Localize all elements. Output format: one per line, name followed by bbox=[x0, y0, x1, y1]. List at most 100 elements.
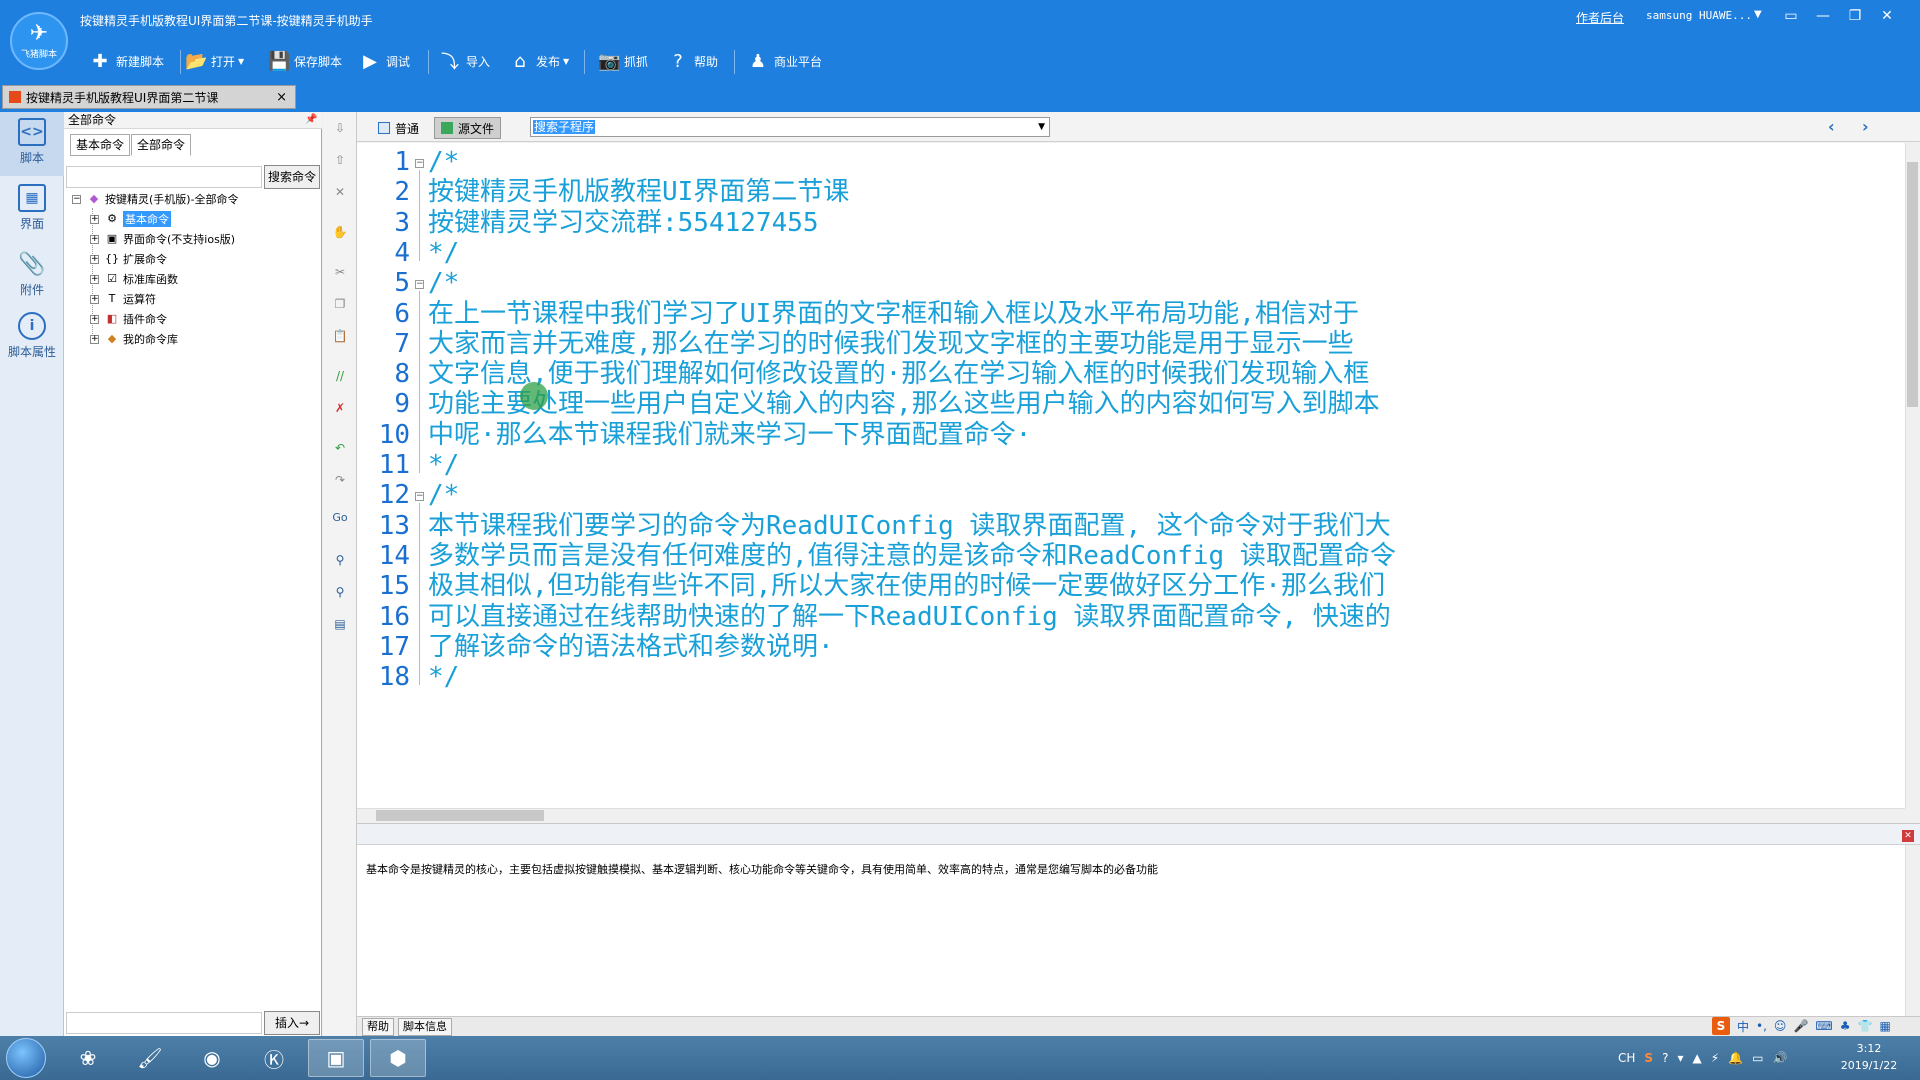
restore-panel-button[interactable]: ▭ bbox=[1776, 4, 1806, 28]
color-icon[interactable]: ◉ bbox=[184, 1039, 240, 1077]
microphone-icon[interactable]: 🎤 bbox=[1793, 1019, 1808, 1033]
network-icon[interactable]: ▭ bbox=[1752, 1051, 1763, 1065]
notification-icon[interactable]: 🔔 bbox=[1728, 1051, 1743, 1065]
nav-forward-icon[interactable]: › bbox=[1862, 117, 1869, 136]
new-script-button[interactable]: ✚ 新建脚本 bbox=[90, 48, 164, 74]
hand-icon[interactable]: ✋ bbox=[330, 222, 350, 242]
expand-icon[interactable]: + bbox=[90, 214, 99, 224]
expand-icon[interactable]: + bbox=[90, 314, 99, 324]
code-line[interactable]: */ bbox=[428, 659, 459, 696]
scrollbar-thumb[interactable] bbox=[1907, 162, 1918, 407]
paste-icon[interactable]: 📋 bbox=[330, 326, 350, 346]
brush-icon[interactable]: 🖌 bbox=[122, 1039, 178, 1077]
collapse-icon[interactable]: − bbox=[72, 194, 81, 204]
robot-icon[interactable]: ▣ bbox=[308, 1039, 364, 1077]
mode-normal-tab[interactable]: 普通 bbox=[372, 117, 425, 139]
document-tab[interactable]: 按键精灵手机版教程UI界面第二节课 × bbox=[2, 85, 296, 109]
help-button[interactable]: ? 帮助 bbox=[668, 48, 718, 74]
expand-icon[interactable]: + bbox=[90, 294, 99, 304]
close-icon[interactable]: ✕ bbox=[1902, 830, 1914, 842]
ime-punct-icon[interactable]: •, bbox=[1756, 1019, 1767, 1033]
tab-basic-commands[interactable]: 基本命令 bbox=[70, 134, 131, 156]
insert-input[interactable] bbox=[66, 1012, 262, 1034]
grid-icon[interactable]: ▦ bbox=[1879, 1019, 1890, 1033]
editor-horizontal-scrollbar[interactable] bbox=[357, 808, 1905, 823]
open-button[interactable]: 📂 打开 ▼ bbox=[185, 48, 244, 74]
tray-menu-icon[interactable]: ▾ bbox=[1677, 1051, 1683, 1065]
goto-icon[interactable]: Go bbox=[330, 508, 350, 528]
k-icon[interactable]: Ⓚ bbox=[246, 1039, 302, 1077]
find-icon[interactable]: ⚲ bbox=[330, 550, 350, 570]
search-command-button[interactable]: 搜索命令 bbox=[264, 165, 320, 189]
volume-icon[interactable]: 🔊 bbox=[1772, 1051, 1787, 1065]
device-selector[interactable]: samsung HUAWE... bbox=[1646, 9, 1752, 22]
tab-all-commands[interactable]: 全部命令 bbox=[131, 134, 192, 156]
redo-icon[interactable]: ↷ bbox=[330, 470, 350, 490]
tree-item-ui-commands[interactable]: + ▣ 界面命令(不支持ios版) bbox=[90, 230, 235, 248]
code-line[interactable]: 了解该命令的语法格式和参数说明· bbox=[428, 629, 834, 666]
scrollbar-thumb[interactable] bbox=[376, 810, 544, 821]
mode-source-tab[interactable]: 源文件 bbox=[434, 117, 502, 139]
author-backend-link[interactable]: 作者后台 bbox=[1576, 9, 1624, 26]
tree-item-operators[interactable]: + T 运算符 bbox=[90, 290, 156, 308]
business-platform-button[interactable]: ♟ 商业平台 bbox=[748, 48, 822, 74]
tree-item-plugin-commands[interactable]: + ◧ 插件命令 bbox=[90, 310, 167, 328]
insert-button[interactable]: 插入→ bbox=[264, 1011, 320, 1035]
emoji-icon[interactable]: ☺ bbox=[1774, 1019, 1787, 1033]
expand-icon[interactable]: + bbox=[90, 254, 99, 264]
cut-icon[interactable]: ✂ bbox=[330, 262, 350, 282]
move-down-icon[interactable]: ⇩ bbox=[330, 118, 350, 138]
nox-icon[interactable]: ⬢ bbox=[370, 1039, 426, 1077]
code-line[interactable]: 中呢·那么本节课程我们就来学习一下界面配置命令· bbox=[428, 417, 1031, 454]
help-tray-icon[interactable]: ? bbox=[1662, 1051, 1668, 1065]
close-tab-icon[interactable]: × bbox=[276, 90, 287, 105]
comment-icon[interactable]: // bbox=[330, 366, 350, 386]
fold-toggle-icon[interactable]: − bbox=[415, 492, 424, 502]
start-button[interactable] bbox=[6, 1038, 46, 1078]
tree-item-basic-commands[interactable]: + ⚙ 基本命令 bbox=[90, 210, 171, 228]
tree-item-extension-commands[interactable]: + {} 扩展命令 bbox=[90, 250, 167, 268]
show-hidden-icons[interactable]: ▲ bbox=[1692, 1051, 1701, 1065]
minimize-button[interactable]: — bbox=[1808, 4, 1838, 28]
command-search-input[interactable] bbox=[66, 166, 262, 188]
nav-back-icon[interactable]: ‹ bbox=[1828, 117, 1835, 136]
format-icon[interactable]: ▤ bbox=[330, 614, 350, 634]
sidebar-item-layout[interactable]: ▦ 界面 bbox=[0, 178, 64, 242]
sidebar-item-attachment[interactable]: 📎 附件 bbox=[0, 244, 64, 308]
ime-toolbar[interactable]: S 中 •, ☺ 🎤 ⌨ ♣ 👕 ▦ bbox=[1712, 1016, 1891, 1036]
fold-toggle-icon[interactable]: − bbox=[415, 159, 424, 168]
tree-item-standard-library[interactable]: + ☑ 标准库函数 bbox=[90, 270, 178, 288]
maximize-button[interactable]: ❐ bbox=[1840, 4, 1870, 28]
skin-icon[interactable]: ♣ bbox=[1840, 1019, 1851, 1033]
tab-script-info[interactable]: 脚本信息 bbox=[398, 1018, 452, 1036]
ime-chinese-icon[interactable]: 中 bbox=[1737, 1018, 1749, 1035]
sidebar-item-script[interactable]: <> 脚本 bbox=[0, 112, 64, 176]
undo-icon[interactable]: ↶ bbox=[330, 438, 350, 458]
copy-icon[interactable]: ❐ bbox=[330, 294, 350, 314]
shirt-icon[interactable]: 👕 bbox=[1857, 1019, 1872, 1033]
code-editor[interactable] bbox=[357, 143, 1905, 808]
expand-icon[interactable]: + bbox=[90, 234, 99, 244]
close-window-button[interactable]: ✕ bbox=[1872, 4, 1902, 28]
tab-help[interactable]: 帮助 bbox=[362, 1018, 394, 1036]
code-line[interactable]: 按键精灵学习交流群:554127455 bbox=[428, 205, 819, 242]
language-indicator[interactable]: CH bbox=[1618, 1051, 1635, 1065]
capture-button[interactable]: 📷 抓抓 bbox=[598, 48, 648, 74]
help-vertical-scrollbar[interactable] bbox=[1905, 845, 1920, 1016]
expand-icon[interactable]: + bbox=[90, 274, 99, 284]
keyboard-icon[interactable]: ⌨ bbox=[1815, 1019, 1832, 1033]
delete-icon[interactable]: ✕ bbox=[330, 182, 350, 202]
debug-button[interactable]: ▶ 调试 bbox=[360, 48, 410, 74]
power-icon[interactable]: ⚡ bbox=[1711, 1051, 1719, 1065]
tree-item-my-library[interactable]: + ◆ 我的命令库 bbox=[90, 330, 178, 348]
publish-button[interactable]: ⌂ 发布 ▼ bbox=[510, 48, 569, 74]
sidebar-item-script-properties[interactable]: i 脚本属性 bbox=[0, 306, 64, 370]
chevron-down-icon[interactable]: ▼ bbox=[1754, 9, 1762, 20]
expand-icon[interactable]: + bbox=[90, 334, 99, 344]
import-button[interactable]: ⤵ 导入 bbox=[440, 48, 490, 74]
pin-icon[interactable]: 📌 bbox=[305, 114, 317, 125]
tree-root[interactable]: − ◆ 按键精灵(手机版)-全部命令 bbox=[72, 190, 239, 208]
sogou-tray-icon[interactable]: S bbox=[1644, 1051, 1653, 1065]
clock[interactable]: 3:12 2019/1/22 bbox=[1824, 1040, 1914, 1074]
subroutine-search-select[interactable]: 搜索子程序 ▼ bbox=[530, 117, 1050, 137]
